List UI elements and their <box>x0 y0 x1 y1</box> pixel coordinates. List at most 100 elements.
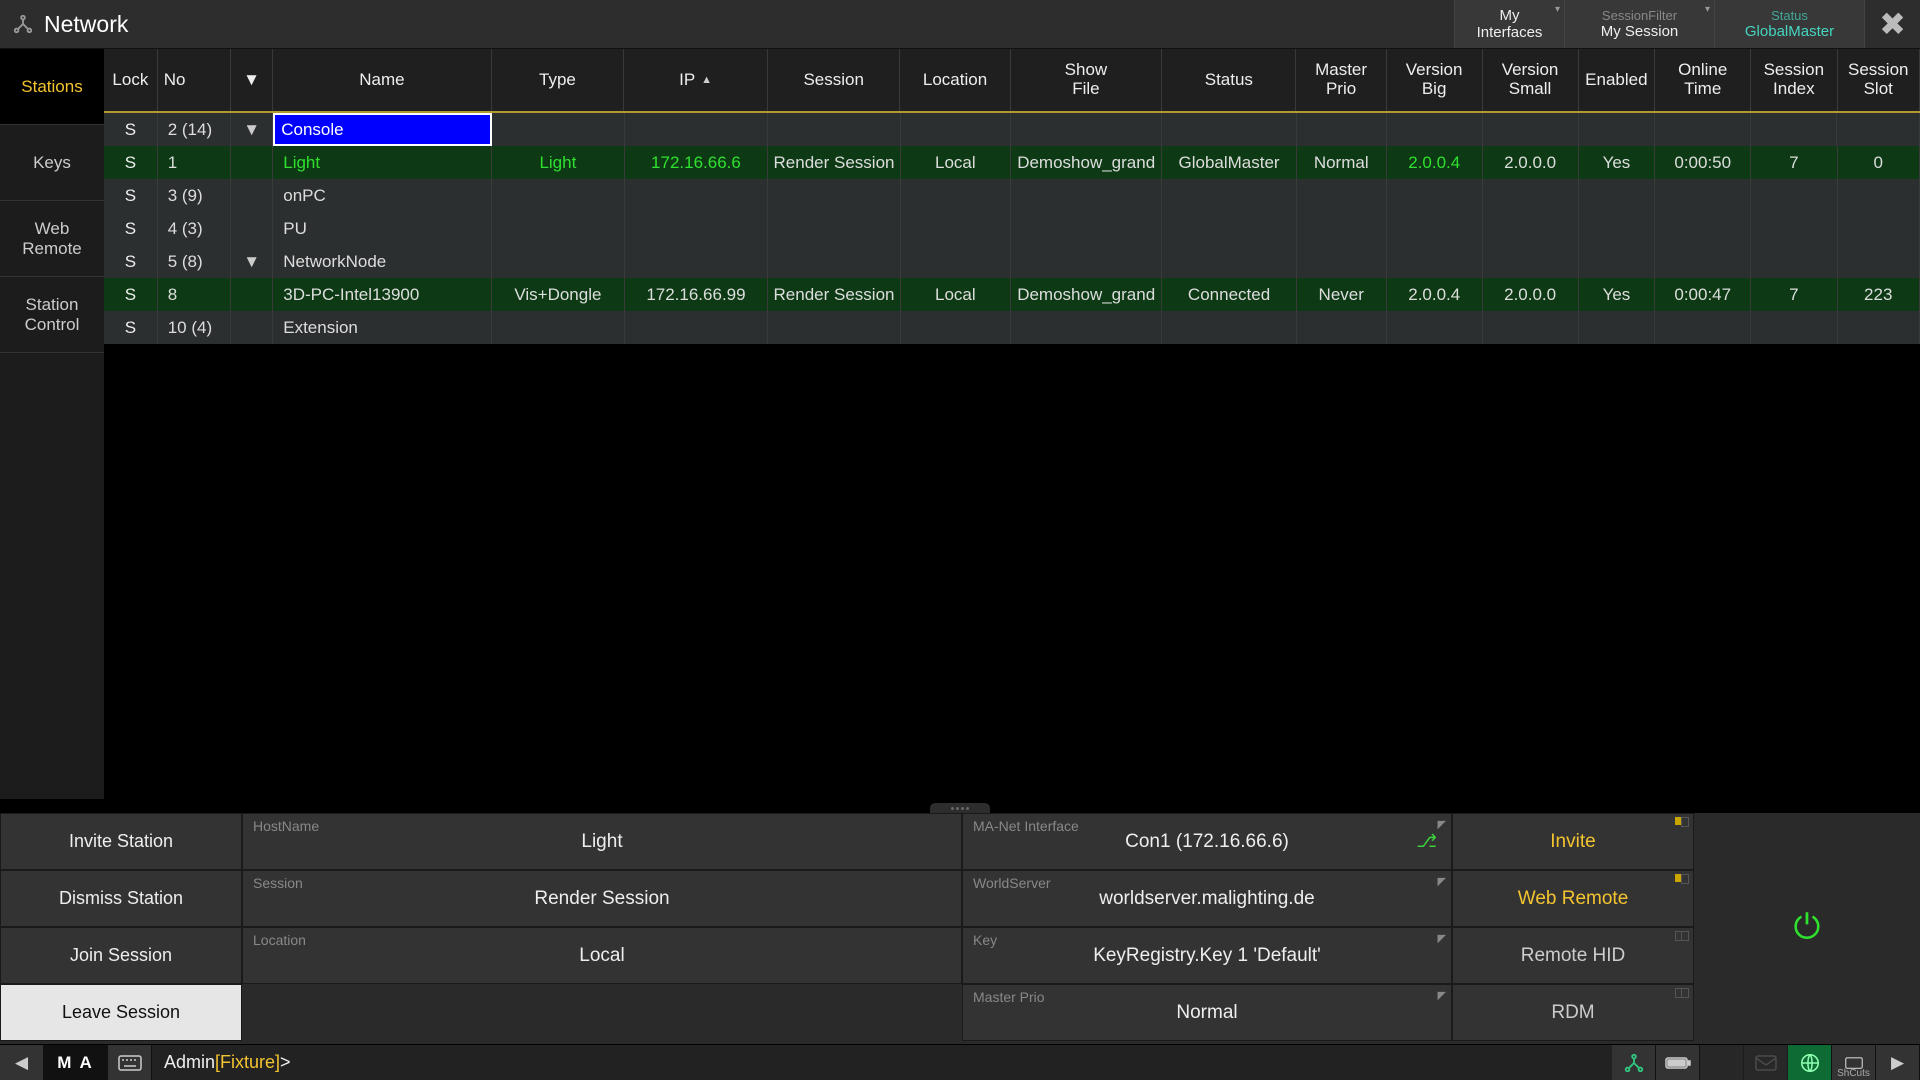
th-no[interactable]: No <box>158 49 231 111</box>
battery-icon[interactable] <box>1656 1045 1700 1080</box>
th-status[interactable]: Status <box>1162 49 1296 111</box>
th-exp[interactable]: ▼ <box>231 49 273 111</box>
th-mprio[interactable]: Master Prio <box>1296 49 1386 111</box>
cell-exp <box>231 146 273 179</box>
cell-status <box>1162 179 1296 212</box>
th-online[interactable]: Online Time <box>1655 49 1751 111</box>
table-row[interactable]: S10 (4)Extension <box>104 311 1920 344</box>
globe-icon[interactable] <box>1788 1045 1832 1080</box>
th-enabled[interactable]: Enabled <box>1579 49 1656 111</box>
field-location[interactable]: LocationLocal <box>242 927 962 984</box>
close-button[interactable]: ✖ <box>1864 0 1920 48</box>
join-session-button[interactable]: Join Session <box>0 927 242 984</box>
invite-station-button[interactable]: Invite Station <box>0 813 242 870</box>
cell-ip <box>625 179 769 212</box>
cell-vbig <box>1387 212 1483 245</box>
cell-ip: 172.16.66.6 <box>625 146 769 179</box>
back-button[interactable]: ◀ <box>0 1045 44 1080</box>
keyboard-button[interactable] <box>108 1045 152 1080</box>
cell-session <box>768 212 900 245</box>
network-status-icon[interactable] <box>1612 1045 1656 1080</box>
cell-sslot: 223 <box>1838 278 1920 311</box>
th-type[interactable]: Type <box>492 49 624 111</box>
toggle-invite[interactable]: Invite <box>1452 813 1694 870</box>
toggle-remote-hid[interactable]: Remote HID <box>1452 927 1694 984</box>
th-sindex[interactable]: Session Index <box>1751 49 1837 111</box>
cell-no: 10 (4) <box>158 311 231 344</box>
dismiss-station-button[interactable]: Dismiss Station <box>0 870 242 927</box>
th-name[interactable]: Name <box>273 49 492 111</box>
my-interfaces-button[interactable]: ▾ My Interfaces <box>1454 0 1564 48</box>
bottom-panel: Invite StationDismiss StationJoin Sessio… <box>0 799 1920 1044</box>
cell-ip <box>625 245 769 278</box>
field-hostname[interactable]: HostNameLight <box>242 813 962 870</box>
cell-ip <box>625 212 769 245</box>
cell-type: Light <box>492 146 624 179</box>
status-button[interactable]: Status GlobalMaster <box>1714 0 1864 48</box>
cell-enabled: Yes <box>1579 278 1656 311</box>
splitter[interactable] <box>0 799 1920 813</box>
cell-exp <box>231 311 273 344</box>
th-ip[interactable]: IP▲ <box>624 49 768 111</box>
th-show[interactable]: Show File <box>1011 49 1163 111</box>
cell-sslot <box>1837 113 1919 146</box>
forward-button[interactable]: ▶ <box>1876 1045 1920 1080</box>
cell-type <box>492 113 624 146</box>
table-row[interactable]: S83D-PC-Intel13900Vis+Dongle172.16.66.99… <box>104 278 1920 311</box>
cell-sslot <box>1838 212 1920 245</box>
message-icon[interactable] <box>1744 1045 1788 1080</box>
table-header: LockNo▼NameTypeIP▲SessionLocationShow Fi… <box>104 49 1920 113</box>
th-vbig[interactable]: Version Big <box>1387 49 1483 111</box>
cell-vsmall <box>1483 311 1579 344</box>
th-session[interactable]: Session <box>768 49 900 111</box>
cell-vbig <box>1387 113 1483 146</box>
header: Network ▾ My Interfaces ▾ SessionFilter … <box>0 0 1920 49</box>
th-location[interactable]: Location <box>900 49 1010 111</box>
leave-session-button[interactable]: Leave Session <box>0 984 242 1041</box>
th-vsmall[interactable]: Version Small <box>1483 49 1579 111</box>
cell-enabled <box>1579 179 1656 212</box>
sidebar-item-stations[interactable]: Stations <box>0 49 104 125</box>
cell-sindex <box>1751 113 1837 146</box>
cell-enabled <box>1579 311 1656 344</box>
table-row[interactable]: S1LightLight172.16.66.6Render SessionLoc… <box>104 146 1920 179</box>
th-lock[interactable]: Lock <box>104 49 158 111</box>
sidebar-item-web-remote[interactable]: Web Remote <box>0 201 104 277</box>
dropdown-icon: ▾ <box>1555 4 1560 15</box>
power-button[interactable]: ⏻ <box>1694 813 1920 1041</box>
table-row[interactable]: S2 (14)▼Console <box>104 113 1920 146</box>
cell-mprio <box>1297 179 1387 212</box>
toggle-web-remote[interactable]: Web Remote <box>1452 870 1694 927</box>
ma-logo[interactable]: M A <box>44 1045 108 1080</box>
stations-table: LockNo▼NameTypeIP▲SessionLocationShow Fi… <box>104 49 1920 821</box>
cell-session <box>768 245 900 278</box>
shortcuts-button[interactable]: ShCuts <box>1832 1045 1876 1080</box>
sidebar-item-keys[interactable]: Keys <box>0 125 104 201</box>
cell-name[interactable]: Console <box>273 113 492 146</box>
field-ma-net-interface[interactable]: MA-Net Interface◤Con1 (172.16.66.6)⎇ <box>962 813 1452 870</box>
field-session[interactable]: SessionRender Session <box>242 870 962 927</box>
cell-enabled: Yes <box>1579 146 1656 179</box>
th-sslot[interactable]: Session Slot <box>1838 49 1920 111</box>
table-row[interactable]: S3 (9)onPC <box>104 179 1920 212</box>
table-row[interactable]: S4 (3)PU <box>104 212 1920 245</box>
cell-location <box>901 113 1011 146</box>
cell-online <box>1655 212 1751 245</box>
cell-vbig <box>1387 245 1483 278</box>
toggle-rdm[interactable]: RDM <box>1452 984 1694 1041</box>
cell-vsmall <box>1483 113 1579 146</box>
triangle-right-icon: ▶ <box>1891 1053 1904 1073</box>
sort-asc-icon: ▲ <box>701 74 712 86</box>
command-line[interactable]: Admin[Fixture]> <box>152 1045 1612 1080</box>
cell-lock: S <box>104 113 158 146</box>
field-key[interactable]: Key◤KeyRegistry.Key 1 'Default' <box>962 927 1452 984</box>
cell-lock: S <box>104 278 158 311</box>
cell-ip <box>625 311 769 344</box>
field-master-prio[interactable]: Master Prio◤Normal <box>962 984 1452 1041</box>
field-worldserver[interactable]: WorldServer◤worldserver.malighting.de <box>962 870 1452 927</box>
sidebar-item-station-control[interactable]: Station Control <box>0 277 104 353</box>
session-filter-button[interactable]: ▾ SessionFilter My Session <box>1564 0 1714 48</box>
cell-lock: S <box>104 311 158 344</box>
cell-vsmall <box>1483 179 1579 212</box>
table-row[interactable]: S5 (8)▼NetworkNode <box>104 245 1920 278</box>
